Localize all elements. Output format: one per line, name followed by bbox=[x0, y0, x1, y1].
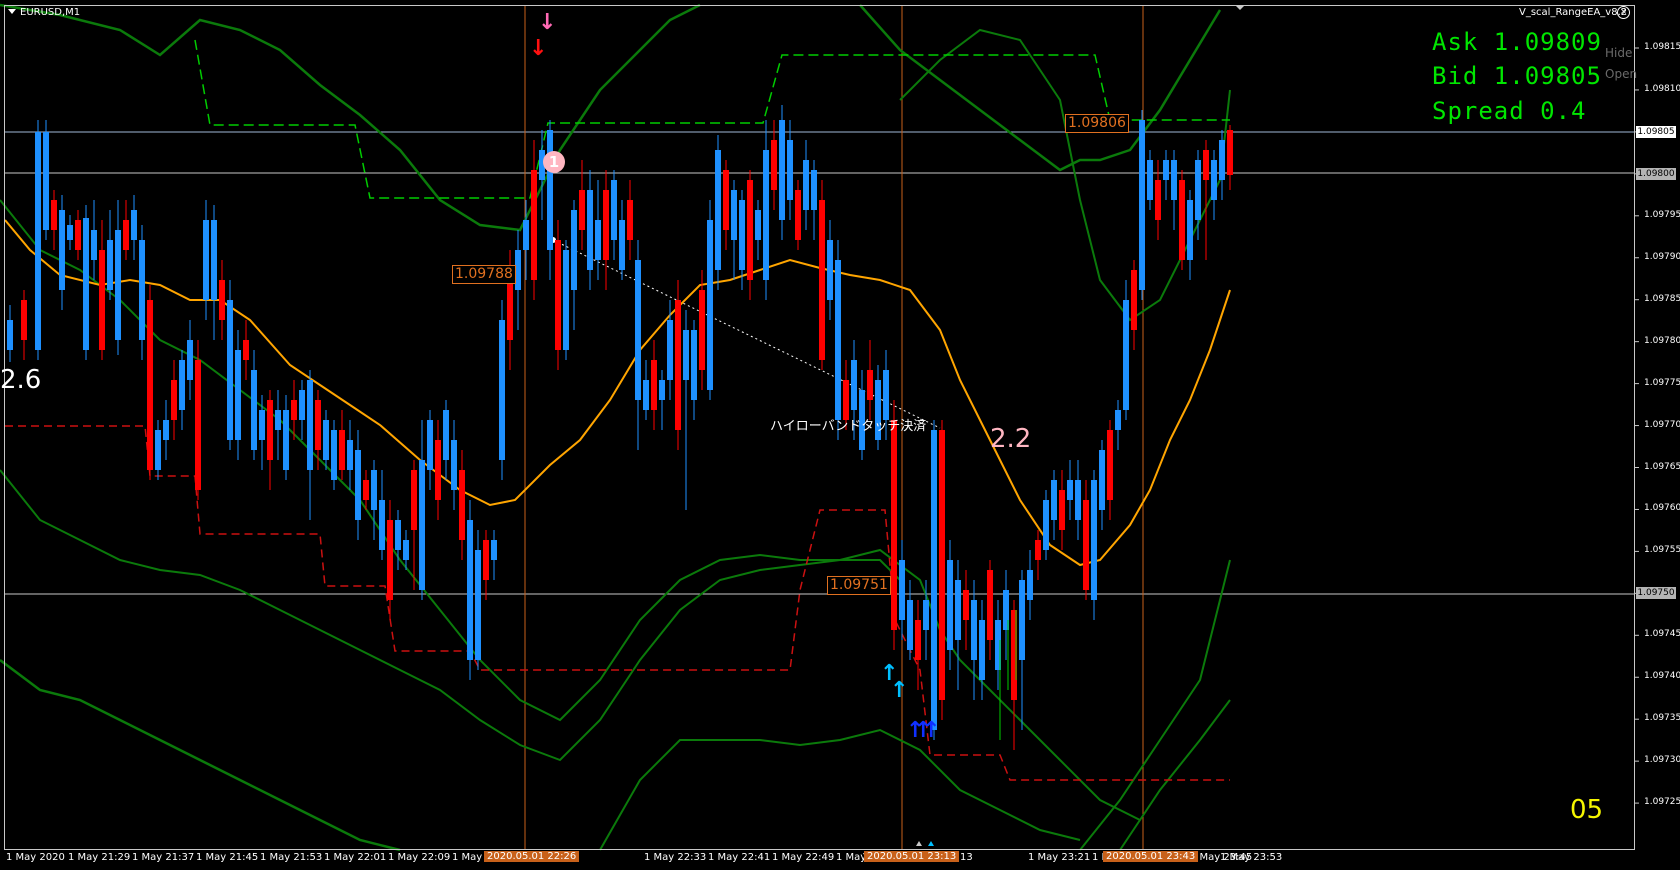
time-tick: 1 May 22:49 bbox=[772, 852, 835, 863]
bid-price: Bid 1.09805 bbox=[1432, 62, 1602, 90]
spread-value: Spread 0.4 bbox=[1432, 97, 1587, 125]
symbol-title[interactable]: EURUSD,M1 bbox=[8, 7, 80, 18]
time-tick: 1 May 21:37 bbox=[132, 852, 195, 863]
price-tick: 1.09790 bbox=[1644, 251, 1680, 262]
price-tick: 1.09735 bbox=[1644, 713, 1680, 724]
time-tick: 1 May 22:01 bbox=[324, 852, 387, 863]
time-tick: 13 bbox=[960, 852, 973, 863]
ask-price: Ask 1.09809 bbox=[1432, 28, 1602, 56]
price-label-c: 1.09806 bbox=[1065, 114, 1129, 133]
time-tick: 1 May 21:53 bbox=[260, 852, 323, 863]
time-marker-label: 2020.05.01 23:43 bbox=[1103, 851, 1199, 862]
price-tick: 1.09815 bbox=[1644, 42, 1680, 52]
symbol-label: EURUSD,M1 bbox=[20, 7, 81, 18]
price-tick: 1.09760 bbox=[1644, 503, 1680, 514]
time-tick: 1 May 23:53 bbox=[1220, 852, 1283, 863]
time-tick: 1 May 23:21 bbox=[1028, 852, 1091, 863]
price-tick: 1.09800 bbox=[1636, 167, 1676, 180]
close-icon[interactable]: × bbox=[1617, 6, 1630, 19]
price-tick: 1.09755 bbox=[1644, 545, 1680, 556]
price-label-a: 1.09788 bbox=[452, 265, 516, 284]
ea-name: V_scal_RangeEA_v8.2 bbox=[1519, 7, 1628, 18]
hide-button[interactable]: Hide bbox=[1605, 46, 1632, 60]
left-number: 2.6 bbox=[0, 365, 42, 395]
exit-note: ハイローバンドタッチ決済 bbox=[770, 419, 927, 434]
price-tick: 1.09765 bbox=[1644, 461, 1680, 472]
price-tick: 1.09725 bbox=[1644, 797, 1680, 808]
price-tick: 1.09775 bbox=[1644, 377, 1680, 388]
chart-window[interactable]: EURUSD,M1 V_scal_RangeEA_v8.2 × Ask 1.09… bbox=[0, 0, 1680, 870]
time-tick: 1 May 21:45 bbox=[196, 852, 259, 863]
price-label-b: 1.09751 bbox=[827, 576, 891, 595]
price-tick: 1.09795 bbox=[1644, 209, 1680, 220]
time-tick: 1 May 22:41 bbox=[708, 852, 771, 863]
up-arrow-icon: ↑ bbox=[922, 718, 941, 743]
price-tick: 1.09730 bbox=[1644, 755, 1680, 766]
price-tick: 1.09805 bbox=[1636, 125, 1676, 138]
time-marker-label: 2020.05.01 22:26 bbox=[484, 851, 580, 862]
price-tick: 1.09770 bbox=[1644, 419, 1680, 430]
dropdown-icon[interactable] bbox=[8, 9, 16, 14]
price-tick: 1.09750 bbox=[1636, 587, 1676, 600]
open-button[interactable]: Open bbox=[1605, 67, 1637, 81]
time-tick: 1 May 21:29 bbox=[68, 852, 131, 863]
time-marker-label: 2020.05.01 23:13 bbox=[864, 851, 960, 862]
time-tick: 1 May 22:09 bbox=[388, 852, 451, 863]
right-number: 2.2 bbox=[990, 424, 1032, 454]
entry-circle-marker: 1 bbox=[543, 151, 565, 173]
price-tick: 1.09745 bbox=[1644, 629, 1680, 640]
price-tick: 1.09810 bbox=[1644, 83, 1680, 94]
bar-countdown: 05 bbox=[1570, 795, 1604, 825]
price-tick: 1.09740 bbox=[1644, 671, 1680, 682]
price-tick: 1.09780 bbox=[1644, 335, 1680, 346]
up-arrow-icon: ↑ bbox=[890, 678, 909, 703]
time-tick: 1 May 22:33 bbox=[644, 852, 707, 863]
time-tick: 1 May 2020 bbox=[6, 852, 65, 863]
price-tick: 1.09785 bbox=[1644, 293, 1680, 304]
down-arrow-icon: ↓ bbox=[538, 10, 557, 35]
down-arrow-icon: ↓ bbox=[529, 36, 548, 61]
